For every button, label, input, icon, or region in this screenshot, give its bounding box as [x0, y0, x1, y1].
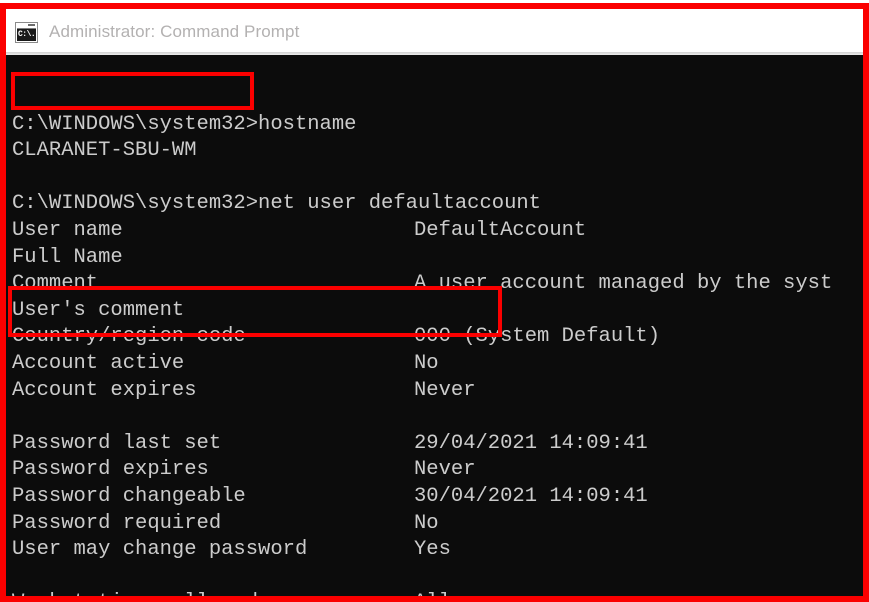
- field-value: Never: [414, 458, 476, 482]
- console-row-password-last-set: Password last set 29/04/2021 14:09:41: [12, 431, 863, 458]
- field-value: No: [414, 511, 439, 535]
- field-value: DefaultAccount: [414, 218, 587, 242]
- field-value: A user account managed by the syst: [414, 272, 833, 296]
- console-row-user-name: User name DefaultAccount: [12, 218, 863, 245]
- field-label: Account active: [12, 351, 185, 375]
- command-prompt-window[interactable]: C:\. Administrator: Command Prompt C:\WI…: [6, 9, 863, 596]
- console-row-password-expires: Password expires Never: [12, 457, 863, 484]
- field-value: Never: [414, 378, 476, 402]
- field-label: User's comment: [12, 298, 185, 322]
- field-label: User name: [12, 218, 123, 242]
- field-label: User may change password: [12, 538, 308, 562]
- field-value: 30/04/2021 14:09:41: [414, 484, 648, 508]
- field-label: Country/region code: [12, 325, 246, 349]
- console-row-account-expires: Account expires Never: [12, 378, 863, 405]
- field-value: No: [414, 351, 439, 375]
- field-label: Account expires: [12, 378, 197, 402]
- console-row-user-may-change-password: User may change password Yes: [12, 537, 863, 564]
- field-label: Password last set: [12, 431, 222, 455]
- field-label: Password required: [12, 511, 222, 535]
- window-title: Administrator: Command Prompt: [49, 22, 300, 41]
- console-row-comment: Comment A user account managed by the sy…: [12, 271, 863, 298]
- field-value: 29/04/2021 14:09:41: [414, 431, 648, 455]
- console-output-area[interactable]: C:\WINDOWS\system32>hostname CLARANET-SB…: [6, 55, 863, 596]
- field-label: Full Name: [12, 245, 123, 269]
- field-value: [414, 245, 863, 272]
- clipped-page-text-above-window: [0, 0, 869, 9]
- console-prompt-net-user: C:\WINDOWS\system32>net user defaultacco…: [12, 192, 541, 216]
- field-value: [414, 298, 863, 325]
- field-value: Yes: [414, 538, 451, 562]
- console-row-full-name: Full Name: [12, 245, 863, 272]
- console-row-workstations-allowed: Workstations allowed All: [12, 590, 863, 596]
- console-output-hostname: CLARANET-SBU-WM: [12, 139, 197, 163]
- screenshot-root: C:\. Administrator: Command Prompt C:\WI…: [0, 0, 869, 602]
- field-label: Password expires: [12, 458, 209, 482]
- console-lines: C:\WINDOWS\system32>hostname CLARANET-SB…: [6, 55, 863, 596]
- console-row-password-changeable: Password changeable 30/04/2021 14:09:41: [12, 484, 863, 511]
- console-row-password-required: Password required No: [12, 511, 863, 538]
- field-label: Workstations allowed: [12, 590, 414, 596]
- command-prompt-icon: C:\.: [15, 21, 38, 43]
- icon-console-glyph: C:\.: [17, 28, 36, 41]
- field-value: All: [414, 590, 863, 596]
- field-label: Comment: [12, 272, 99, 296]
- field-value: 000 (System Default): [414, 325, 661, 349]
- console-row-users-comment: User's comment: [12, 298, 863, 325]
- console-prompt-hostname: C:\WINDOWS\system32>hostname: [12, 112, 357, 136]
- field-label: Password changeable: [12, 484, 246, 508]
- console-row-country-region-code: Country/region code 000 (System Default): [12, 324, 863, 351]
- window-titlebar[interactable]: C:\. Administrator: Command Prompt: [6, 9, 863, 55]
- console-row-account-active: Account active No: [12, 351, 863, 378]
